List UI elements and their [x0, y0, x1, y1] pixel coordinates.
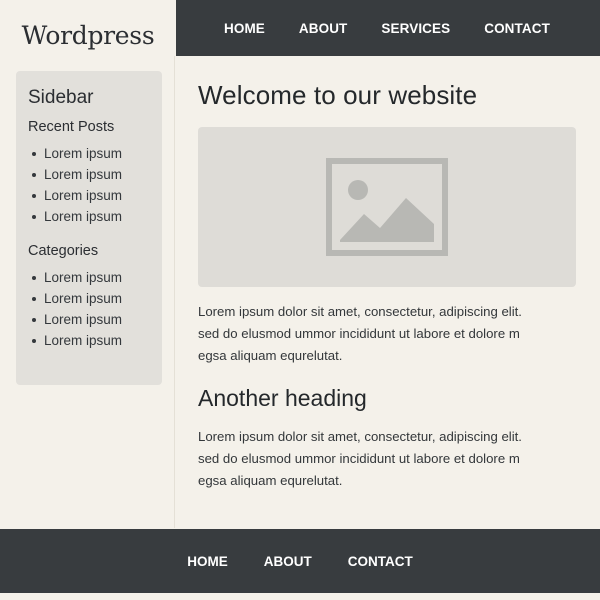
list-item: Lorem ipsum [28, 206, 150, 227]
recent-post-link[interactable]: Lorem ipsum [44, 167, 122, 182]
nav-about-link[interactable]: ABOUT [299, 21, 348, 36]
logo-area: Wordpress [0, 0, 176, 70]
nav-home-link[interactable]: HOME [224, 21, 265, 36]
footer-about-link[interactable]: ABOUT [264, 554, 312, 569]
section-heading: Another heading [198, 385, 367, 411]
bottom-strip [0, 593, 600, 600]
top-navigation: HOME ABOUT SERVICES CONTACT [176, 0, 600, 56]
categories-list: Lorem ipsum Lorem ipsum Lorem ipsum Lore… [28, 267, 150, 351]
sidebar-title: Sidebar [28, 87, 94, 108]
nav-contact-link[interactable]: CONTACT [484, 21, 550, 36]
footer-home-link[interactable]: HOME [187, 554, 228, 569]
recent-posts-list: Lorem ipsum Lorem ipsum Lorem ipsum Lore… [28, 143, 150, 227]
list-item: Lorem ipsum [28, 330, 150, 351]
image-placeholder-icon [326, 158, 448, 256]
recent-post-link[interactable]: Lorem ipsum [44, 209, 122, 224]
list-item: Lorem ipsum [28, 288, 150, 309]
footer: HOME ABOUT CONTACT [0, 529, 600, 593]
column-divider [174, 56, 175, 528]
categories-heading: Categories [28, 243, 99, 259]
category-link[interactable]: Lorem ipsum [44, 312, 122, 327]
sidebar: Sidebar Recent Posts Lorem ipsum Lorem i… [16, 71, 162, 385]
category-link[interactable]: Lorem ipsum [44, 333, 122, 348]
page-title: Welcome to our website [198, 80, 478, 110]
recent-post-link[interactable]: Lorem ipsum [44, 146, 122, 161]
nav-services-link[interactable]: SERVICES [381, 21, 450, 36]
recent-posts-heading: Recent Posts [28, 119, 115, 135]
footer-contact-link[interactable]: CONTACT [348, 554, 413, 569]
hero-image-placeholder [198, 127, 576, 287]
list-item: Lorem ipsum [28, 143, 150, 164]
list-item: Lorem ipsum [28, 267, 150, 288]
recent-post-link[interactable]: Lorem ipsum [44, 188, 122, 203]
main-content: Welcome to our website Lorem ipsum dolor… [198, 80, 578, 492]
list-item: Lorem ipsum [28, 185, 150, 206]
intro-paragraph: Lorem ipsum dolor sit amet, consectetur,… [198, 304, 522, 363]
category-link[interactable]: Lorem ipsum [44, 270, 122, 285]
list-item: Lorem ipsum [28, 309, 150, 330]
site-logo[interactable]: Wordpress [22, 21, 155, 50]
list-item: Lorem ipsum [28, 164, 150, 185]
category-link[interactable]: Lorem ipsum [44, 291, 122, 306]
section-paragraph: Lorem ipsum dolor sit amet, consectetur,… [198, 429, 522, 488]
